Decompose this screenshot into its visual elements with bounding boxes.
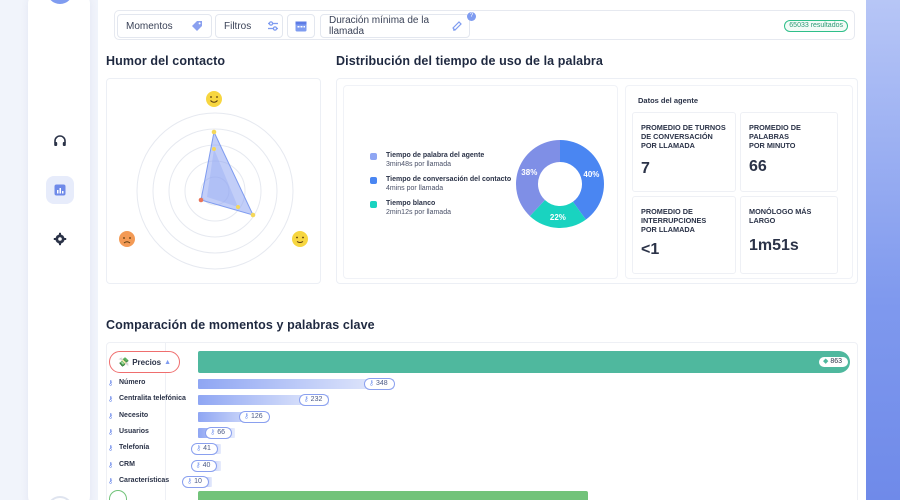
- keyword-count-pill: ⚷ 41: [191, 443, 218, 456]
- filter-bar: Momentos Filtros Duración mínima de la l…: [114, 10, 855, 40]
- mood-title: Humor del contacto: [106, 54, 226, 68]
- legend-swatch-agent: [370, 153, 377, 160]
- sliders-icon[interactable]: [261, 14, 285, 38]
- legend-contact-label: Tiempo de conversación del contacto: [386, 176, 512, 183]
- keyword-label: Número: [119, 379, 146, 386]
- headset-icon[interactable]: [46, 127, 74, 155]
- stat-words-value: 66: [749, 158, 767, 175]
- keyword-count: 41: [203, 445, 211, 453]
- keyword-count-pill: ⚷ 10: [182, 475, 209, 488]
- keyword-count-pill: ⚷ 126: [238, 410, 270, 423]
- stat-monologue-label: MONÓLOGO MÁS LARGO: [749, 207, 812, 225]
- stat-turns-label: PROMEDIO DE TURNOS DE CONVERSACIÓN POR LLA…: [641, 123, 726, 150]
- main-panel: Momentos Filtros Duración mínima de la l…: [98, 0, 866, 500]
- duration-label: Duración mínima de la llamada: [329, 15, 430, 37]
- angry-face-icon: [119, 231, 135, 247]
- happy-face-icon: [206, 91, 222, 107]
- key-icon: ⚷: [108, 396, 114, 404]
- donut-label-2: 22%: [550, 213, 566, 222]
- keyword-count: 348: [375, 380, 388, 387]
- legend-agent-detail: 3min48s por llamada: [386, 161, 451, 168]
- keyword-label: Usuarios: [119, 427, 149, 435]
- time-distribution-donut: 40% 22% 38%: [516, 140, 604, 228]
- mood-panel: [106, 78, 321, 284]
- chevron-up-icon: ▲: [164, 358, 172, 366]
- category-next-bar: [198, 491, 588, 500]
- help-icon[interactable]: ?: [467, 12, 476, 21]
- sidebar: [28, 0, 90, 500]
- category-precios-button[interactable]: 💸 Precios ▲: [109, 351, 181, 373]
- keyword-count-pill: ⚷ 66: [205, 426, 233, 439]
- keyword-count: 126: [251, 412, 263, 420]
- radar-point-happy: [211, 129, 217, 135]
- chart-icon[interactable]: [46, 176, 74, 204]
- stat-interruptions: PROMEDIO DE INTERRUPCIONES POR LLAMADA <1: [632, 196, 736, 274]
- keyword-count: 40: [202, 461, 211, 469]
- stat-interruptions-value: <1: [641, 241, 660, 258]
- results-badge: 65033 resultados: [784, 20, 848, 32]
- stat-turns-value: 7: [641, 160, 650, 177]
- tag-icon[interactable]: [185, 14, 209, 38]
- tag-icon: ◆: [823, 358, 829, 365]
- category-precios-label: Precios: [132, 357, 162, 367]
- keyword-count-pill: ⚷ 348: [363, 378, 395, 390]
- stat-monologue: MONÓLOGO MÁS LARGO 1m51s: [740, 196, 838, 274]
- legend-swatch-blank: [370, 201, 377, 208]
- stat-words-label: PROMEDIO DE PALABRAS POR MINUTO: [749, 123, 801, 150]
- legend-contact-detail: 4mins por llamada: [386, 185, 444, 192]
- key-icon: ⚷: [108, 461, 114, 469]
- keyword-label: Centralita telefónica: [119, 395, 186, 403]
- key-icon: ⚷: [108, 477, 114, 485]
- donut-label-1: 40%: [583, 170, 599, 179]
- agent-data-card: Datos del agente PROMEDIO DE TURNOS DE CO…: [625, 85, 853, 279]
- key-icon: ⚷: [108, 412, 114, 420]
- mood-radar: [119, 91, 308, 270]
- keyword-count-pill: ⚷ 232: [298, 394, 330, 407]
- distribution-chart-card: Tiempo de palabra del agente 3min48s por…: [343, 85, 618, 279]
- radar-point: [212, 147, 216, 151]
- logo[interactable]: [47, 0, 73, 4]
- keyword-count: 66: [217, 428, 226, 436]
- keyword-count-pill: ⚷ 40: [190, 459, 218, 472]
- legend-swatch-contact: [370, 177, 377, 184]
- keyword-label: CRM: [119, 460, 135, 468]
- donut-label-0: 38%: [521, 168, 537, 177]
- keyword-count: 232: [310, 396, 323, 404]
- calendar-button[interactable]: [287, 14, 315, 38]
- legend-agent-label: Tiempo de palabra del agente: [386, 152, 485, 159]
- key-icon: ⚷: [108, 428, 114, 436]
- neutral-face-icon: [292, 231, 308, 247]
- legend-blank-label: Tiempo blanco: [386, 200, 436, 207]
- stat-turns: PROMEDIO DE TURNOS DE CONVERSACIÓN POR LLA…: [632, 112, 736, 192]
- stat-monologue-value: 1m51s: [749, 237, 799, 254]
- avatar[interactable]: [47, 496, 73, 500]
- duration-toggle-icon[interactable]: [445, 14, 469, 38]
- keyword-label: Telefonía: [119, 444, 150, 452]
- calendar-icon: [295, 21, 307, 32]
- keyword-label: Necesito: [119, 411, 149, 419]
- gear-icon[interactable]: [46, 225, 74, 253]
- moments-label: Momentos: [126, 20, 173, 32]
- category-precios-count: ◆ 863: [818, 356, 850, 368]
- key-icon: ⚷: [108, 445, 114, 453]
- distribution-panel: Tiempo de palabra del agente 3min48s por…: [336, 78, 858, 284]
- distribution-title: Distribución del tiempo de uso de la pal…: [336, 54, 603, 68]
- stat-words: PROMEDIO DE PALABRAS POR MINUTO 66: [740, 112, 838, 192]
- keyword-count: 10: [194, 477, 202, 485]
- comparison-title: Comparación de momentos y palabras clave: [106, 318, 375, 332]
- money-icon: 💸: [118, 356, 130, 367]
- category-precios-count-text: 863: [830, 358, 843, 365]
- radar-point: [236, 205, 240, 209]
- keyword-label: Características: [119, 476, 170, 484]
- donut-slice-0: [516, 140, 560, 217]
- radar-point-angry: [198, 197, 204, 203]
- category-precios-bar: [198, 351, 850, 373]
- stat-interruptions-label: PROMEDIO DE INTERRUPCIONES POR LLAMADA: [641, 207, 707, 234]
- radar-point-neutral: [250, 212, 256, 218]
- legend-blank-detail: 2min12s por llamada: [386, 209, 451, 216]
- key-icon: ⚷: [108, 380, 114, 387]
- agent-data-title: Datos del agente: [638, 96, 699, 105]
- filters-label: Filtros: [224, 20, 252, 32]
